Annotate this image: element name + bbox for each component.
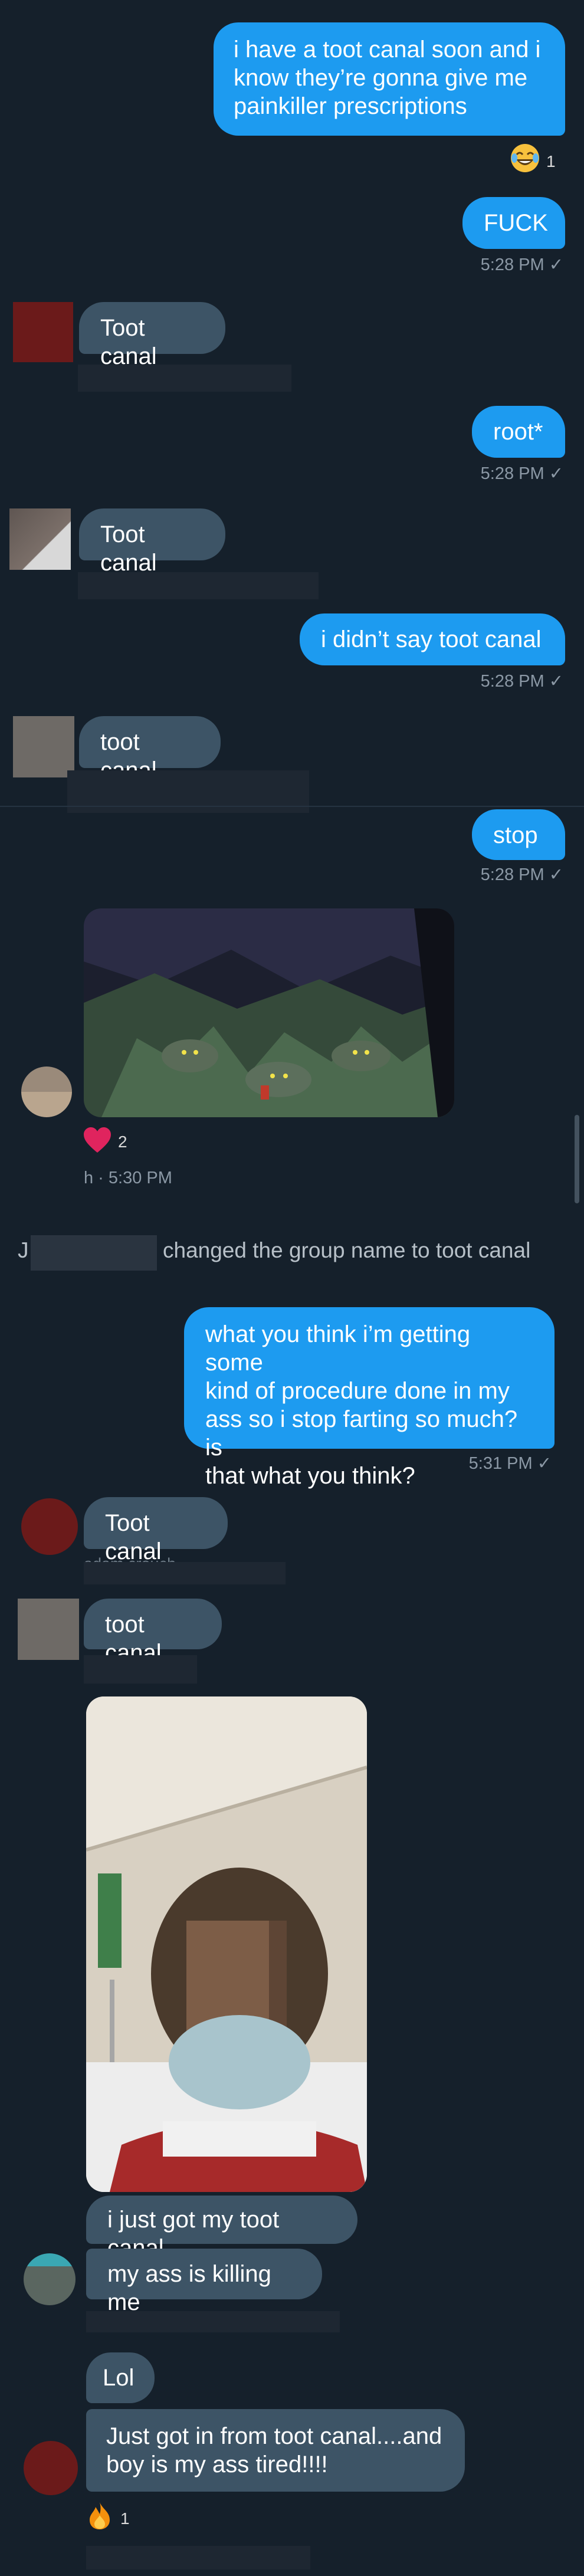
redacted-sender-name <box>84 1562 286 1584</box>
incoming-message-bubble[interactable]: toot canal <box>84 1599 222 1666</box>
selfie-graphic <box>86 1696 367 2192</box>
message-text: root* <box>493 419 543 445</box>
reaction-count: 2 <box>118 1133 127 1151</box>
laughing-emoji-icon <box>511 144 539 172</box>
incoming-message-bubble[interactable]: Lol <box>86 2352 155 2403</box>
message-line: boy is my ass tired!!!! <box>106 2452 328 2477</box>
scrollbar[interactable] <box>575 1115 579 1203</box>
message-line: Just got in from toot canal....and <box>106 2423 442 2449</box>
redacted-sender-name <box>86 2311 340 2332</box>
outgoing-message-bubble[interactable]: FUCK <box>462 197 565 249</box>
message-timestamp: 5:28 PM ✓ <box>480 865 563 884</box>
redacted-username <box>31 1235 157 1271</box>
message-timestamp: h · 5:30 PM <box>84 1169 172 1187</box>
avatar[interactable] <box>9 508 71 570</box>
laughing-emoji-reaction[interactable] <box>510 143 547 173</box>
divider <box>0 806 584 807</box>
outgoing-message-bubble[interactable]: i have a toot canal soon and i know they… <box>214 22 565 136</box>
avatar[interactable] <box>13 302 73 362</box>
message-timestamp: 5:28 PM ✓ <box>480 255 563 274</box>
reaction-count: 1 <box>120 2509 130 2528</box>
incoming-message-bubble[interactable]: my ass is killing me <box>86 2249 322 2315</box>
message-text: Toot canal <box>100 315 157 369</box>
incoming-message-bubble[interactable]: Toot canal <box>79 508 225 576</box>
hyenas-gif-image[interactable] <box>84 908 454 1117</box>
message-text: stop <box>493 822 538 848</box>
hospital-selfie-image[interactable] <box>86 1696 367 2192</box>
avatar[interactable] <box>24 2441 78 2495</box>
incoming-message-bubble[interactable]: Toot canal <box>79 302 225 369</box>
incoming-message-bubble[interactable]: Just got in from toot canal....and boy i… <box>86 2409 465 2492</box>
heart-reaction[interactable] <box>83 1127 116 1157</box>
avatar[interactable] <box>18 1599 79 1660</box>
avatar[interactable] <box>13 716 74 777</box>
incoming-message-bubble[interactable]: i just got my toot canal <box>86 2196 357 2261</box>
fire-emoji-icon <box>90 2502 110 2529</box>
message-timestamp: 5:28 PM ✓ <box>480 672 563 691</box>
message-line: know they’re gonna give me <box>234 65 528 91</box>
reaction-count: 1 <box>546 152 556 170</box>
redacted-sender-name <box>84 1655 197 1684</box>
avatar[interactable] <box>21 1067 72 1117</box>
message-text: FUCK <box>484 210 548 236</box>
incoming-message-bubble[interactable]: Toot canal <box>84 1497 228 1564</box>
group-name-change-notice: changed the group name to toot canal <box>163 1238 531 1262</box>
message-line: what you think i’m getting some <box>205 1321 471 1376</box>
message-line: kind of procedure done in my <box>205 1378 510 1404</box>
hyenas-image-graphic <box>84 908 454 1117</box>
redacted-sender-name <box>78 572 319 599</box>
message-line: i have a toot canal soon and i <box>234 37 541 63</box>
message-line: painkiller prescriptions <box>234 93 467 119</box>
message-text: Lol <box>103 2365 134 2391</box>
message-text: my ass is killing me <box>107 2261 271 2315</box>
message-timestamp: 5:31 PM ✓ <box>468 1454 552 1473</box>
redacted-sender-name <box>78 365 291 392</box>
message-text: Toot canal <box>100 521 157 576</box>
outgoing-message-bubble[interactable]: root* <box>472 406 565 458</box>
outgoing-message-bubble[interactable]: stop <box>472 809 565 860</box>
avatar[interactable] <box>24 2253 76 2305</box>
avatar[interactable] <box>21 1498 78 1555</box>
incoming-message-bubble[interactable]: toot canal <box>79 716 221 783</box>
heart-icon <box>84 1127 111 1153</box>
message-text: i didn’t say toot canal <box>321 626 542 652</box>
redacted-sender-name <box>86 2546 310 2570</box>
outgoing-message-bubble[interactable]: i didn’t say toot canal <box>300 613 565 665</box>
outgoing-message-bubble[interactable]: what you think i’m getting some kind of … <box>184 1307 555 1489</box>
message-timestamp: 5:28 PM ✓ <box>480 464 563 483</box>
fire-emoji-reaction[interactable] <box>86 2501 117 2532</box>
system-initial: J <box>18 1238 29 1262</box>
